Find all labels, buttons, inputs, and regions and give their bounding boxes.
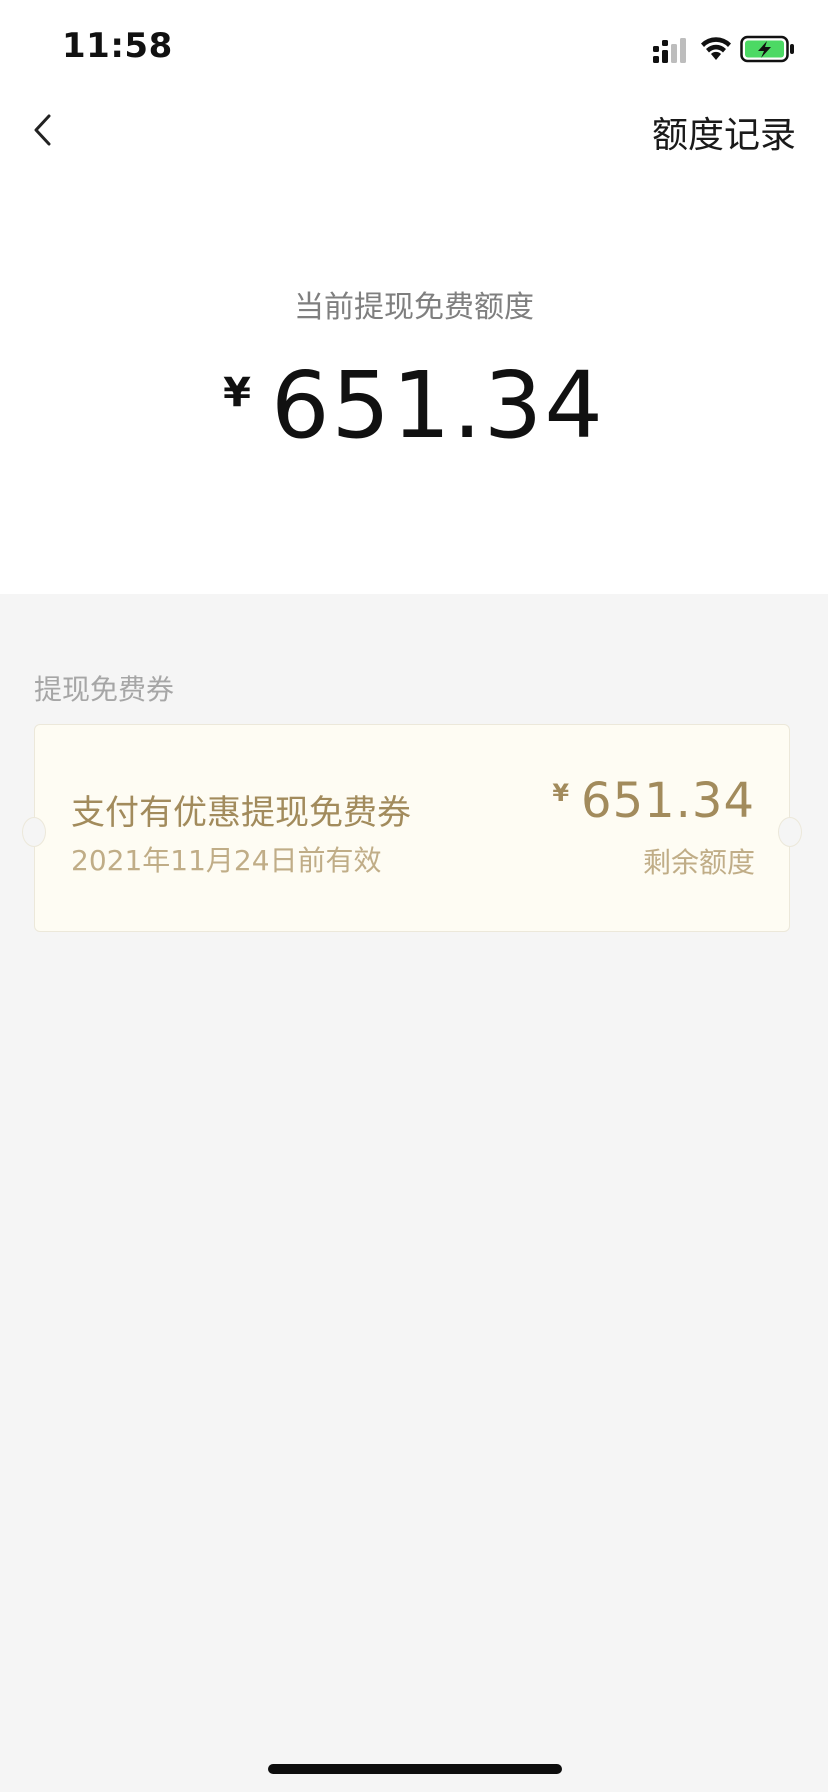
coupon-notch-left (22, 817, 46, 847)
signal-icon (653, 38, 686, 63)
screen: 11:58 额度记录 当前提现免费额度 ¥ 651.34 提现免费券 支付有优惠… (0, 0, 828, 1792)
battery-charging-icon (740, 35, 794, 63)
header-panel: 11:58 额度记录 当前提现免费额度 ¥ 651.34 (0, 0, 828, 594)
home-indicator[interactable] (268, 1764, 562, 1774)
current-free-quota-amount: ¥651.34 (0, 352, 828, 459)
coupon-remaining-label: 剩余额度 (642, 846, 755, 879)
coupon-notch-right (778, 817, 802, 847)
section-title: 提现免费券 (34, 673, 175, 706)
wifi-icon (701, 37, 731, 60)
back-button[interactable] (22, 106, 62, 154)
coupon-card[interactable]: 支付有优惠提现免费券 2021年11月24日前有效 ¥651.34 剩余额度 (22, 724, 802, 932)
coupon-value: 651.34 (581, 773, 755, 829)
coupon-name: 支付有优惠提现免费券 (71, 793, 411, 833)
chevron-left-icon (34, 114, 51, 146)
status-time: 11:58 (62, 26, 173, 66)
coupon-currency-symbol: ¥ (552, 779, 570, 807)
coupon-expiry: 2021年11月24日前有效 (71, 844, 382, 877)
quota-records-link[interactable]: 额度记录 (652, 106, 796, 158)
coupon-amount: ¥651.34 (552, 773, 755, 829)
current-free-quota-label: 当前提现免费额度 (294, 290, 534, 325)
currency-symbol: ¥ (223, 370, 251, 416)
quota-value: 651.34 (270, 352, 605, 459)
